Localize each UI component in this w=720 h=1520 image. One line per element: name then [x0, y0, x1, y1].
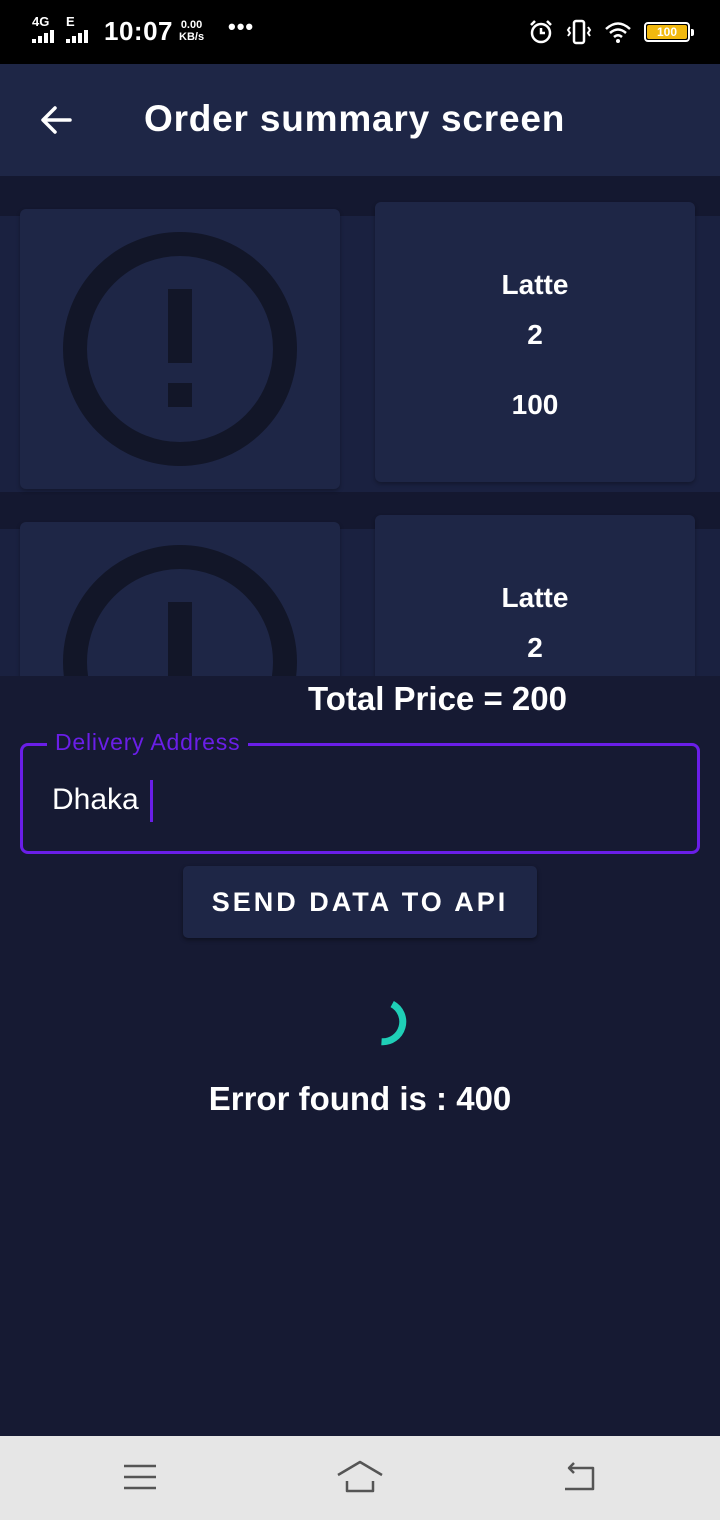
- back-button[interactable]: [28, 96, 84, 144]
- app-bar: Order summary screen: [0, 64, 720, 176]
- text-cursor: [150, 780, 153, 822]
- status-bar: 4G E 10:07 0.00 KB/s ••• 100: [0, 0, 720, 64]
- network-speed-unit: KB/s: [179, 31, 205, 43]
- battery-icon: 100: [644, 22, 694, 42]
- system-nav-bar: [0, 1436, 720, 1520]
- arrow-back-icon: [41, 106, 72, 134]
- order-name: Latte: [501, 582, 569, 613]
- wifi-icon: [605, 22, 631, 43]
- order-list[interactable]: Latte 2 100 Latte 2: [0, 176, 720, 676]
- home-button[interactable]: [330, 1452, 390, 1502]
- network-4g-label: 4G: [32, 14, 49, 29]
- back-nav-button[interactable]: [549, 1452, 609, 1502]
- page-title: Order summary screen: [144, 98, 566, 139]
- network-speed-value: 0.00: [180, 19, 203, 31]
- order-image-card: [20, 209, 340, 489]
- battery-level: 100: [647, 25, 687, 39]
- order-name: Latte: [501, 269, 569, 300]
- order-info-card: Latte 2 100: [375, 202, 695, 482]
- delivery-address-input[interactable]: [52, 780, 672, 820]
- order-quantity: 2: [527, 319, 543, 350]
- delivery-address-label: Delivery Address: [47, 729, 249, 756]
- menu-icon: [124, 1464, 156, 1490]
- order-quantity: 2: [527, 632, 543, 663]
- vibrate-icon: [566, 19, 592, 45]
- delivery-address-field[interactable]: Delivery Address: [20, 729, 700, 854]
- signal-icon: 4G E: [32, 14, 88, 43]
- more-notifications-icon: •••: [228, 14, 255, 39]
- status-time: 10:07: [104, 16, 173, 46]
- home-icon: [337, 1460, 383, 1493]
- network-speed: 0.00 KB/s: [179, 19, 204, 43]
- error-icon: [63, 545, 297, 676]
- error-message: Error found is : 400: [208, 1080, 512, 1117]
- total-price: Total Price = 200: [308, 680, 567, 717]
- loading-spinner-icon: [381, 1001, 407, 1046]
- send-data-button[interactable]: SEND DATA TO API: [183, 866, 537, 938]
- menu-button[interactable]: [110, 1452, 170, 1502]
- error-icon: [63, 232, 297, 466]
- back-icon: [565, 1462, 595, 1491]
- alarm-icon: [530, 20, 552, 44]
- network-e-label: E: [66, 14, 75, 29]
- order-info-card: Latte 2: [375, 515, 695, 676]
- order-image-card: [20, 522, 340, 676]
- order-price: 100: [511, 389, 559, 420]
- status-icons: 100: [528, 17, 694, 47]
